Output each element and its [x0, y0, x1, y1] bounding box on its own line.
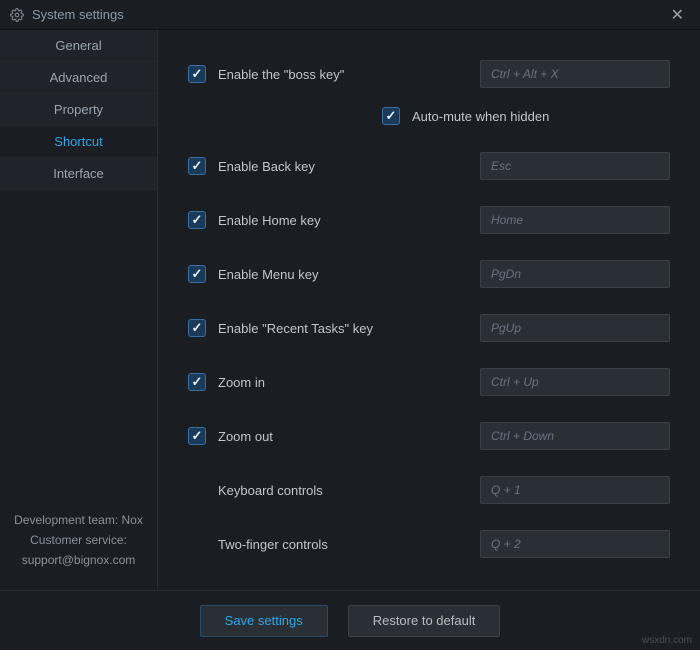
dev-team-label: Development team: Nox [10, 510, 147, 530]
checkbox-menu-key[interactable] [188, 265, 206, 283]
checkbox-zoom-out[interactable] [188, 427, 206, 445]
label-boss-key: Enable the "boss key" [218, 67, 344, 82]
close-icon[interactable]: ✕ [665, 3, 690, 27]
support-label: Customer service: [10, 530, 147, 550]
row-twofinger-controls: Two-finger controls Q + 2 [188, 530, 670, 558]
checkbox-boss-key[interactable] [188, 65, 206, 83]
row-back-key: Enable Back key Esc [188, 152, 670, 180]
sidebar-item-property[interactable]: Property [0, 94, 157, 126]
row-zoom-in: Zoom in Ctrl + Up [188, 368, 670, 396]
row-keyboard-controls: Keyboard controls Q + 1 [188, 476, 670, 504]
hotkey-back-key[interactable]: Esc [480, 152, 670, 180]
checkbox-back-key[interactable] [188, 157, 206, 175]
hotkey-boss-key[interactable]: Ctrl + Alt + X [480, 60, 670, 88]
sidebar-item-interface[interactable]: Interface [0, 158, 157, 190]
checkbox-home-key[interactable] [188, 211, 206, 229]
window-title: System settings [32, 7, 124, 22]
checkbox-zoom-in[interactable] [188, 373, 206, 391]
hotkey-zoom-out[interactable]: Ctrl + Down [480, 422, 670, 450]
save-button[interactable]: Save settings [200, 605, 328, 637]
hotkey-zoom-in[interactable]: Ctrl + Up [480, 368, 670, 396]
hotkey-twofinger-controls[interactable]: Q + 2 [480, 530, 670, 558]
titlebar: System settings ✕ [0, 0, 700, 30]
hotkey-recent-tasks[interactable]: PgUp [480, 314, 670, 342]
sidebar-item-general[interactable]: General [0, 30, 157, 62]
label-recent-tasks: Enable "Recent Tasks" key [218, 321, 373, 336]
main-area: General Advanced Property Shortcut Inter… [0, 30, 700, 590]
hotkey-menu-key[interactable]: PgDn [480, 260, 670, 288]
row-boss-key: Enable the "boss key" Ctrl + Alt + X [188, 60, 670, 88]
gear-icon [10, 8, 24, 22]
sidebar: General Advanced Property Shortcut Inter… [0, 30, 158, 590]
watermark: wsxdn.com [642, 635, 692, 646]
restore-default-button[interactable]: Restore to default [348, 605, 501, 637]
sidebar-item-advanced[interactable]: Advanced [0, 62, 157, 94]
checkbox-recent-tasks[interactable] [188, 319, 206, 337]
row-auto-mute: Auto-mute when hidden [382, 102, 670, 130]
checkbox-auto-mute[interactable] [382, 107, 400, 125]
hotkey-home-key[interactable]: Home [480, 206, 670, 234]
hotkey-keyboard-controls[interactable]: Q + 1 [480, 476, 670, 504]
label-back-key: Enable Back key [218, 159, 315, 174]
support-email: support@bignox.com [10, 550, 147, 570]
label-auto-mute: Auto-mute when hidden [412, 109, 549, 124]
label-menu-key: Enable Menu key [218, 267, 318, 282]
row-menu-key: Enable Menu key PgDn [188, 260, 670, 288]
label-zoom-in: Zoom in [218, 375, 265, 390]
label-keyboard-controls: Keyboard controls [218, 483, 323, 498]
row-home-key: Enable Home key Home [188, 206, 670, 234]
content-panel: Enable the "boss key" Ctrl + Alt + X Aut… [158, 30, 700, 590]
label-home-key: Enable Home key [218, 213, 321, 228]
sidebar-item-shortcut[interactable]: Shortcut [0, 126, 157, 158]
footer: Save settings Restore to default [0, 590, 700, 650]
label-zoom-out: Zoom out [218, 429, 273, 444]
label-twofinger-controls: Two-finger controls [218, 537, 328, 552]
sidebar-footer: Development team: Nox Customer service: … [0, 498, 157, 590]
row-recent-tasks: Enable "Recent Tasks" key PgUp [188, 314, 670, 342]
row-zoom-out: Zoom out Ctrl + Down [188, 422, 670, 450]
